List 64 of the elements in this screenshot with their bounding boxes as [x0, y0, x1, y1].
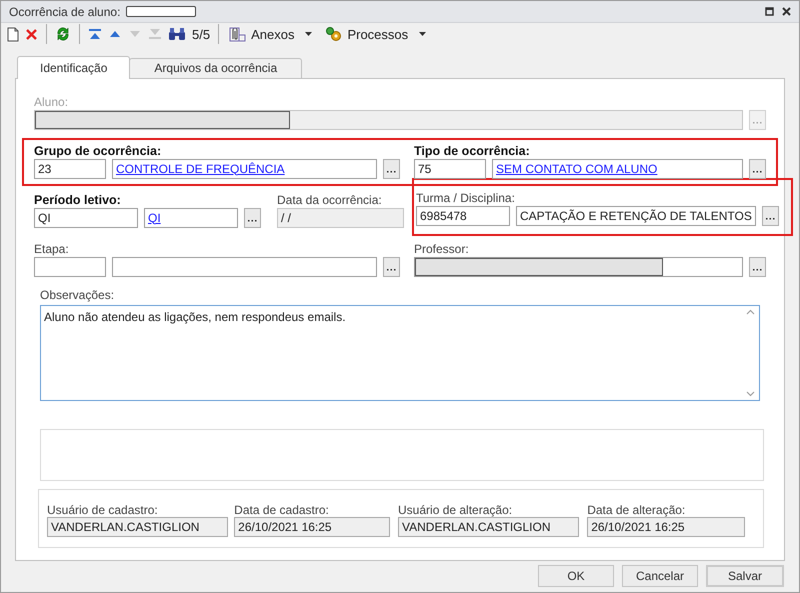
refresh-icon[interactable]: [55, 26, 71, 42]
ellipsis-icon: [753, 121, 762, 124]
window-title: Ocorrência de aluno:: [9, 4, 120, 18]
field-label: Data de cadastro:: [234, 502, 330, 516]
code-field[interactable]: 6985478: [416, 206, 510, 226]
scroll-down-icon[interactable]: [746, 390, 755, 396]
text-field[interactable]: [414, 256, 743, 276]
field-label: Observações:: [40, 286, 116, 302]
toolbar-menu-button[interactable]: Processos: [325, 26, 428, 42]
code-field[interactable]: 23: [34, 158, 106, 178]
description-field[interactable]: QI: [144, 208, 238, 228]
new-document-icon[interactable]: [7, 26, 19, 42]
description-field[interactable]: CAPTAÇÃO E RETENÇÃO DE TALENTOS: [516, 206, 756, 226]
readonly-field: 26/10/2021 16:25: [587, 516, 745, 536]
dialog-button[interactable]: OK: [538, 565, 614, 588]
ellipsis-icon: [248, 219, 257, 222]
paperclip-icon: [227, 26, 248, 42]
readonly-field: VANDERLAN.CASTIGLION: [47, 516, 228, 536]
caret-icon: [304, 31, 314, 38]
dialog-button[interactable]: Salvar: [706, 565, 784, 588]
caret-icon: [418, 31, 428, 38]
delete-icon[interactable]: [25, 28, 38, 41]
field-label: Grupo de ocorrência:: [34, 142, 162, 158]
ellipsis-icon: [387, 268, 396, 271]
lookup-button[interactable]: [244, 208, 261, 228]
field-label: Usuário de cadastro:: [47, 502, 159, 516]
close-icon[interactable]: [782, 7, 791, 16]
notes-textarea[interactable]: Aluno não atendeu as ligações, nem respondeus emails.: [40, 304, 760, 400]
field-label: Data de alteração:: [587, 502, 686, 516]
toolbar-menu-button[interactable]: Anexos: [227, 26, 314, 42]
lookup-button[interactable]: [383, 256, 400, 276]
ellipsis-icon: [753, 268, 762, 271]
lookup-button[interactable]: [749, 158, 766, 178]
field-label: Etapa:: [34, 240, 70, 256]
field-label: Data da ocorrência:: [277, 192, 383, 208]
tab[interactable]: Arquivos da ocorrência: [129, 58, 302, 78]
code-field[interactable]: 75: [414, 158, 486, 178]
ellipsis-icon: [766, 217, 775, 220]
ellipsis-icon: [387, 170, 396, 173]
field-label: Tipo de ocorrência:: [414, 142, 531, 158]
field-label: Professor:: [414, 240, 470, 256]
binoculars-icon[interactable]: [168, 27, 186, 42]
text-field[interactable]: [34, 110, 743, 130]
field-label: Usuário de alteração:: [398, 502, 514, 516]
description-field[interactable]: CONTROLE DE FREQUÊNCIA: [112, 158, 377, 178]
scroll-up-icon[interactable]: [746, 308, 755, 314]
lookup-button[interactable]: [749, 256, 766, 276]
ellipsis-icon: [753, 170, 762, 173]
first-record-icon[interactable]: [88, 28, 102, 40]
field-label: Período letivo:: [34, 192, 122, 208]
description-field[interactable]: [112, 256, 377, 276]
field-label: Aluno:: [34, 94, 70, 110]
lookup-button[interactable]: [383, 158, 400, 178]
tab[interactable]: Identificação: [17, 56, 130, 78]
readonly-field: VANDERLAN.CASTIGLION: [398, 516, 580, 536]
lookup-button[interactable]: [762, 206, 779, 226]
readonly-field: 26/10/2021 16:25: [234, 516, 390, 536]
dialog-button[interactable]: Cancelar: [622, 565, 698, 588]
record-counter: 5/5: [192, 26, 210, 42]
code-field[interactable]: [34, 256, 106, 276]
field-label: Turma / Disciplina:: [416, 190, 516, 206]
description-field[interactable]: SEM CONTATO COM ALUNO: [492, 158, 743, 178]
code-field[interactable]: QI: [34, 208, 138, 228]
restore-icon[interactable]: [765, 7, 774, 16]
